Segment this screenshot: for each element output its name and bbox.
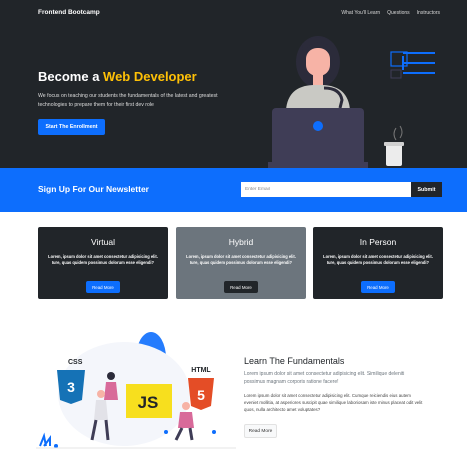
card-text: Lorem, ipsum dolor sit amet consectetur … [186,254,296,265]
brand-logo[interactable]: Frontend Bootcamp [38,9,100,16]
email-input[interactable] [241,182,411,197]
hero-title-highlight: Web Developer [103,69,197,84]
fundamentals-text: Lorem ipsum dolor sit amet consectetur a… [244,393,423,412]
fundamentals-illustration: CSS 3 JS HTML 5 [36,332,236,449]
hero-title-prefix: Become a [38,69,100,84]
newsletter-submit-button[interactable]: Submit [411,182,442,197]
fundamentals-title: Learn The Fundamentals [244,356,345,366]
card-hybrid-read-more-button[interactable]: Read More [224,281,258,293]
hero-title: Become a Web Developer [38,69,197,84]
nav-links: What You'll Learn Questions Instructors [341,10,440,16]
card-in-person-read-more-button[interactable]: Read More [361,281,395,293]
hero-section: Become a Web Developer We focus on teach… [0,28,467,168]
navbar: Frontend Bootcamp What You'll Learn Ques… [0,0,467,28]
hero-description: We focus on teaching our students the fu… [38,93,218,108]
svg-text:5: 5 [197,387,205,403]
nav-link-learn[interactable]: What You'll Learn [341,10,380,16]
newsletter-section: Sign Up For Our Newsletter Submit [0,168,467,212]
card-title: In Person [359,237,397,247]
html-label: HTML [191,367,211,374]
card-virtual-read-more-button[interactable]: Read More [86,281,120,293]
card-hybrid: Hybrid Lorem, ipsum dolor sit amet conse… [176,227,306,299]
card-title: Hybrid [228,237,254,247]
card-virtual: Virtual Lorem, ipsum dolor sit amet cons… [38,227,168,299]
js-label: JS [138,393,159,412]
newsletter-title: Sign Up For Our Newsletter [38,184,149,194]
nav-link-instructors[interactable]: Instructors [417,10,440,16]
card-in-person: In Person Lorem, ipsum dolor sit amet co… [313,227,443,299]
card-text: Lorem, ipsum dolor sit amet consectetur … [323,254,433,265]
developer-illustration [268,36,435,168]
start-enrollment-button[interactable]: Start The Enrollment [38,119,105,135]
card-text: Lorem, ipsum dolor sit amet consectetur … [48,254,158,265]
fundamentals-read-more-button[interactable]: Read More [244,424,277,438]
css-label: CSS [68,359,83,366]
svg-text:3: 3 [67,379,75,395]
fundamentals-lead: Lorem ipsum dolor sit amet consectetur a… [244,371,405,385]
nav-link-questions[interactable]: Questions [387,10,410,16]
card-title: Virtual [91,237,115,247]
